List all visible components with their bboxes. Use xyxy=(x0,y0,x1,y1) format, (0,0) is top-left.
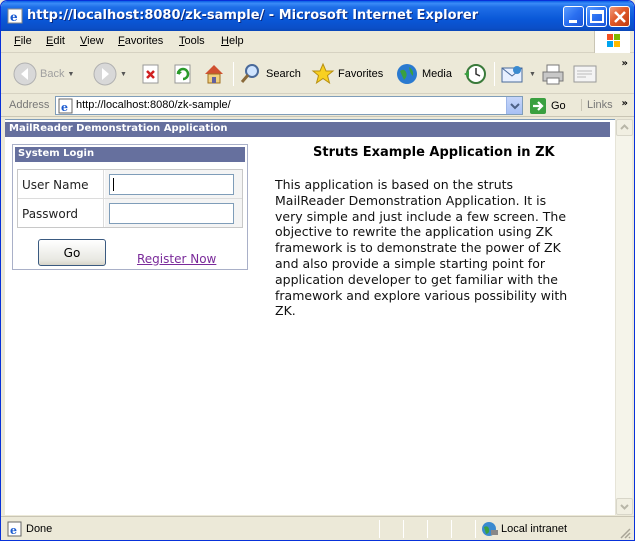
maximize-button[interactable] xyxy=(586,6,607,27)
register-now-link[interactable]: Register Now xyxy=(137,252,216,266)
chevron-down-icon[interactable]: ▼ xyxy=(120,71,127,78)
mail-button[interactable]: ▼ xyxy=(500,62,536,86)
login-form: User Name Password xyxy=(17,169,243,228)
intranet-zone-icon xyxy=(482,522,498,536)
close-icon xyxy=(614,11,626,23)
stop-icon xyxy=(142,64,159,84)
username-label-cell: User Name xyxy=(18,170,104,198)
username-input[interactable] xyxy=(109,174,234,195)
mail-icon xyxy=(501,66,523,83)
print-button[interactable] xyxy=(540,62,566,86)
login-title: System Login xyxy=(15,147,245,162)
chevron-down-icon xyxy=(510,103,520,110)
go-arrow-icon xyxy=(530,98,546,114)
menu-edit[interactable]: Edit xyxy=(46,35,65,47)
minimize-icon xyxy=(569,20,577,23)
toolbar: Back ▼ ▼ Search Favorites Media ▼ » xyxy=(1,54,634,94)
username-label: User Name xyxy=(22,178,89,192)
address-label: Address xyxy=(9,99,50,111)
address-url: http://localhost:8080/zk-sample/ xyxy=(76,99,231,111)
links-overflow-icon[interactable]: » xyxy=(622,98,628,109)
media-globe-icon xyxy=(397,64,417,84)
page-title: Struts Example Application in ZK xyxy=(313,145,555,160)
svg-text:e: e xyxy=(10,10,18,24)
edit-document-icon xyxy=(573,65,597,83)
status-divider xyxy=(403,520,404,538)
history-icon xyxy=(464,64,486,84)
toolbar-separator xyxy=(233,62,234,86)
links-toolbar[interactable]: Links xyxy=(581,99,613,111)
menu-help[interactable]: Help xyxy=(221,35,244,47)
toolbar-overflow-icon[interactable]: » xyxy=(622,58,628,69)
password-input[interactable] xyxy=(109,203,234,224)
vertical-scrollbar[interactable] xyxy=(615,119,633,515)
search-icon xyxy=(240,64,259,83)
status-bar: e Done Local intranet xyxy=(1,516,634,540)
title-bar[interactable]: e http://localhost:8080/zk-sample/ - Mic… xyxy=(1,1,634,31)
page-content: MailReader Demonstration Application Sys… xyxy=(5,119,615,515)
window-title: http://localhost:8080/zk-sample/ - Micro… xyxy=(27,8,479,23)
text-caret xyxy=(113,178,114,191)
favorites-button[interactable]: Favorites xyxy=(311,62,383,86)
browser-window: e http://localhost:8080/zk-sample/ - Mic… xyxy=(0,0,635,541)
ie-icon: e xyxy=(7,8,23,24)
home-icon xyxy=(205,65,223,84)
page-icon: e xyxy=(58,98,73,114)
address-input[interactable]: e http://localhost:8080/zk-sample/ xyxy=(55,96,523,115)
page-done-icon: e xyxy=(7,521,22,537)
status-text: Done xyxy=(26,523,53,535)
search-button[interactable]: Search xyxy=(239,62,301,86)
refresh-button[interactable] xyxy=(173,62,193,86)
status-divider xyxy=(475,520,476,538)
password-input-cell xyxy=(105,199,242,227)
home-button[interactable] xyxy=(202,62,226,86)
refresh-icon xyxy=(174,64,191,84)
svg-text:e: e xyxy=(10,524,17,537)
status-divider xyxy=(451,520,452,538)
go-button[interactable]: Go xyxy=(529,97,566,115)
menu-file[interactable]: File xyxy=(14,35,32,47)
star-icon xyxy=(311,62,335,85)
login-panel: System Login User Name Password Go Regis… xyxy=(12,144,248,270)
address-dropdown-button[interactable] xyxy=(506,97,522,114)
resize-grip-icon[interactable] xyxy=(619,527,631,539)
status-divider xyxy=(379,520,380,538)
svg-text:e: e xyxy=(61,101,68,114)
chevron-down-icon[interactable]: ▼ xyxy=(67,71,74,78)
toolbar-separator xyxy=(494,62,495,86)
scroll-up-button[interactable] xyxy=(616,119,633,136)
minimize-button[interactable] xyxy=(563,6,584,27)
forward-button[interactable]: ▼ xyxy=(93,62,127,86)
status-divider xyxy=(427,520,428,538)
security-zone-text: Local intranet xyxy=(501,523,568,535)
forward-arrow-icon xyxy=(93,62,117,86)
menu-favorites[interactable]: Favorites xyxy=(118,35,163,47)
menu-view[interactable]: View xyxy=(80,35,104,47)
address-bar: Address e http://localhost:8080/zk-sampl… xyxy=(1,95,634,117)
maximize-icon xyxy=(590,10,604,23)
chevron-up-icon xyxy=(620,124,629,130)
password-label: Password xyxy=(22,207,79,221)
username-input-cell xyxy=(105,170,242,198)
menu-bar: File Edit View Favorites Tools Help xyxy=(1,31,634,53)
menu-tools[interactable]: Tools xyxy=(179,35,205,47)
history-button[interactable] xyxy=(462,62,488,86)
media-button[interactable]: Media xyxy=(395,62,452,86)
login-go-button[interactable]: Go xyxy=(38,239,106,266)
close-button[interactable] xyxy=(609,6,630,27)
app-header: MailReader Demonstration Application xyxy=(5,122,610,137)
chevron-down-icon xyxy=(620,504,629,510)
scroll-down-button[interactable] xyxy=(616,498,633,515)
back-arrow-icon xyxy=(13,62,37,86)
back-button[interactable]: Back ▼ xyxy=(13,62,74,86)
windows-logo-icon xyxy=(594,31,630,53)
password-label-cell: Password xyxy=(18,199,104,227)
stop-button[interactable] xyxy=(141,62,161,86)
page-description: This application is based on the struts … xyxy=(275,177,568,319)
printer-icon xyxy=(542,64,564,85)
edit-button[interactable] xyxy=(572,62,598,86)
chevron-down-icon[interactable]: ▼ xyxy=(529,71,536,78)
